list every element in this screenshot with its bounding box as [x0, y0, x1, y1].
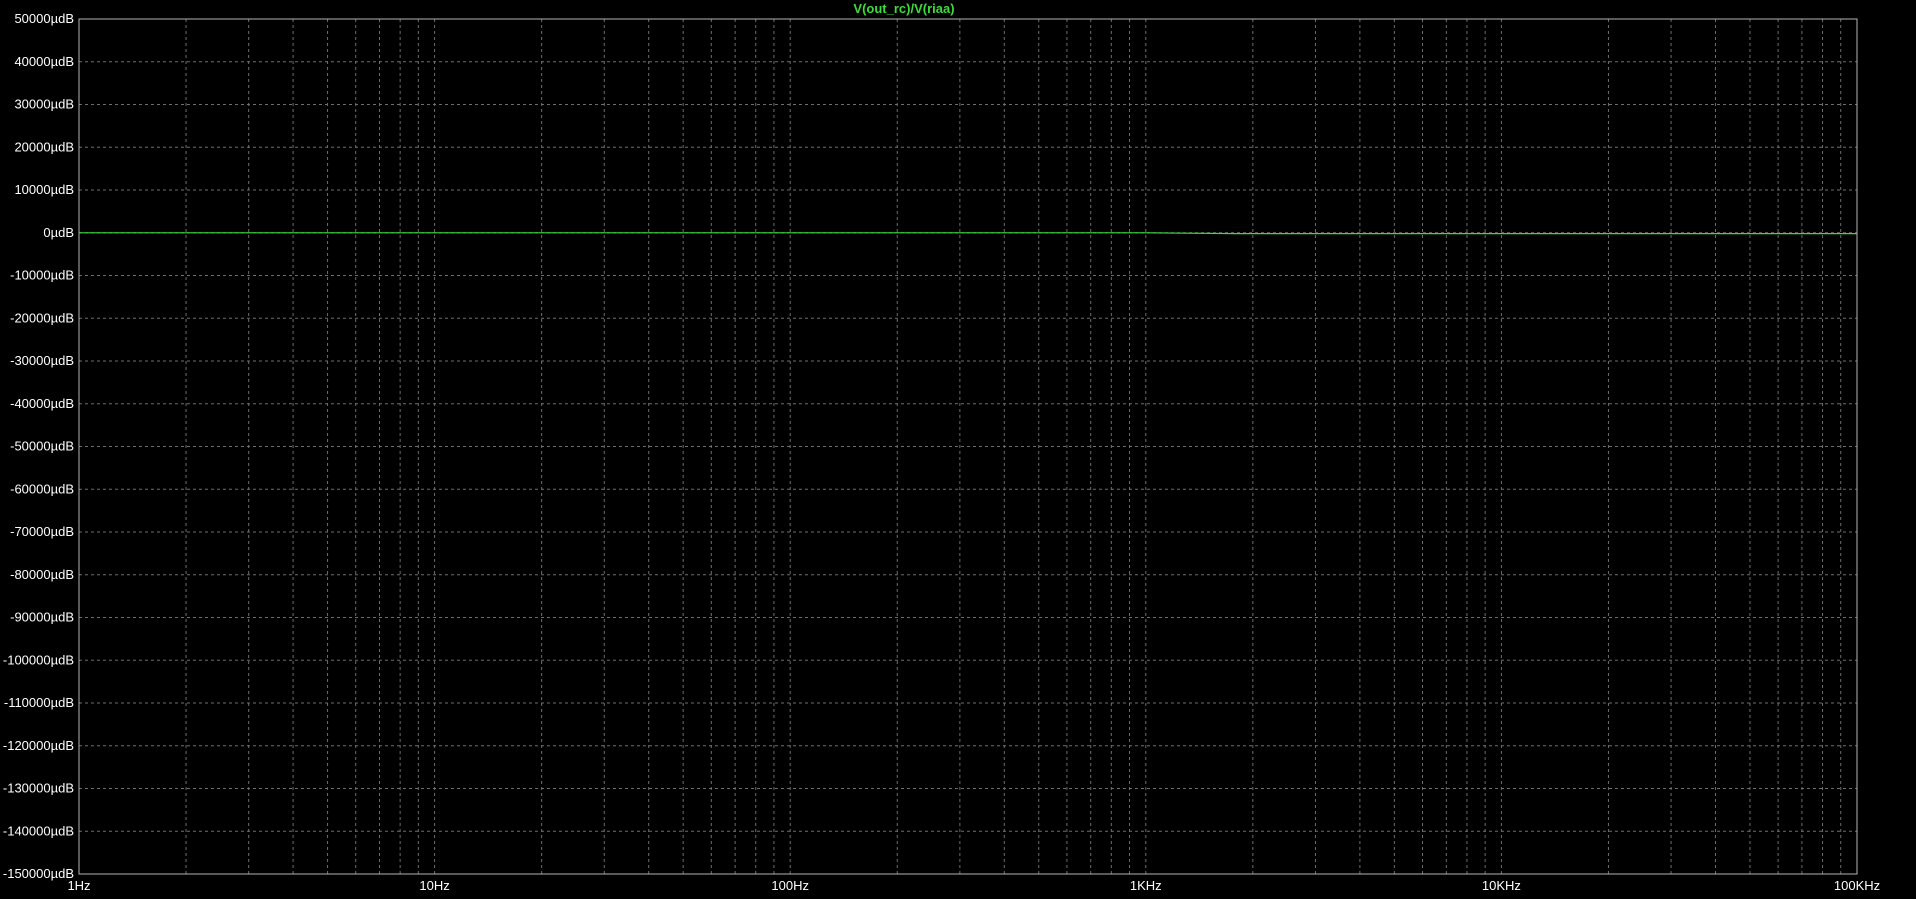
bode-plot: 1Hz 10Hz 100Hz 1KHz 10KHz 100KHz 50000µdB4000… [0, 0, 1916, 899]
y-tick-label: -130000µdB [3, 781, 74, 796]
y-tick-label: 30000µdB [14, 97, 74, 112]
x-tick-label: 100Hz [771, 878, 809, 893]
trace-title[interactable]: V(out_rc)/V(riaa) [853, 1, 954, 16]
y-tick-label: -60000µdB [10, 481, 74, 496]
y-tick-label: -90000µdB [10, 610, 74, 625]
x-tick-label: 10KHz [1482, 878, 1521, 893]
y-tick-label: -120000µdB [3, 738, 74, 753]
y-tick-label: -20000µdB [10, 310, 74, 325]
x-tick-label: 10Hz [419, 878, 449, 893]
y-tick-label: -10000µdB [10, 268, 74, 283]
y-tick-label: 10000µdB [14, 182, 74, 197]
y-tick-label: 40000µdB [14, 54, 74, 69]
y-tick-label: -140000µdB [3, 823, 74, 838]
y-tick-label: -40000µdB [10, 396, 74, 411]
y-tick-label: 0µdB [43, 225, 74, 240]
y-tick-label: -50000µdB [10, 439, 74, 454]
y-tick-label: -110000µdB [4, 695, 74, 710]
y-tick-label: 50000µdB [14, 11, 74, 26]
x-tick-label: 1KHz [1130, 878, 1162, 893]
y-tick-label: 20000µdB [14, 139, 74, 154]
plot-background [0, 0, 1916, 899]
y-tick-label: -150000µdB [3, 866, 74, 881]
y-tick-label: -70000µdB [10, 524, 74, 539]
y-tick-labels: 50000µdB 40000µdB 30000µdB 20000µdB 10000µdB… [3, 11, 74, 881]
y-tick-label: -80000µdB [10, 567, 74, 582]
y-tick-label: -30000µdB [10, 353, 74, 368]
y-tick-label: -100000µdB [3, 652, 74, 667]
x-tick-label: 100KHz [1834, 878, 1880, 893]
